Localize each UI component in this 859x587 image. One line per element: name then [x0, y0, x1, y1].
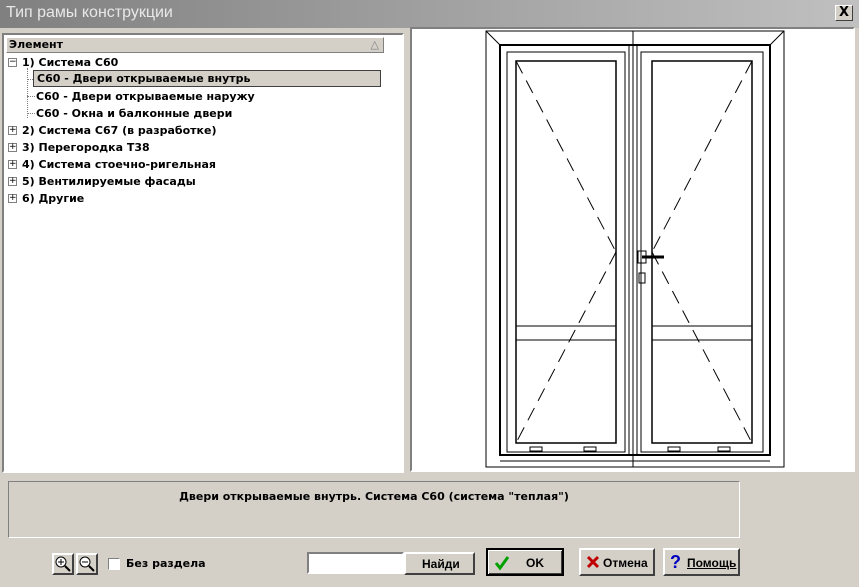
zoom-out-icon: [79, 556, 95, 572]
dialog-window: Тип рамы конструкции X Элемент △ − 1) Си…: [0, 0, 859, 587]
tree-item-label: 6) Другие: [22, 192, 85, 205]
description-panel: Двери открываемые внутрь. Система С60 (с…: [8, 481, 740, 538]
zoom-out-button[interactable]: [76, 553, 98, 575]
tree-item-post-transom[interactable]: + 4) Система стоечно-ригельная: [6, 156, 306, 173]
tree-item-other[interactable]: + 6) Другие: [6, 190, 306, 207]
collapse-icon[interactable]: −: [8, 58, 17, 67]
find-button-label: Найди: [422, 557, 460, 571]
expand-icon[interactable]: +: [8, 126, 17, 135]
help-question-icon: ?: [670, 552, 681, 572]
close-button[interactable]: X: [835, 5, 853, 21]
tree-item-c60-doors-outward[interactable]: С60 - Двери открываемые наружу: [36, 88, 336, 105]
zoom-in-icon: [55, 556, 71, 572]
expand-icon[interactable]: +: [8, 177, 17, 186]
check-icon: [494, 556, 510, 571]
tree-item-label: 2) Система С67 (в разработке): [22, 124, 217, 137]
frame-preview: [410, 27, 855, 472]
expand-icon[interactable]: +: [8, 143, 17, 152]
no-section-label: Без раздела: [126, 557, 206, 570]
tree-item-c60-windows[interactable]: С60 - Окна и балконные двери: [36, 105, 336, 122]
tree-item-system-c60[interactable]: − 1) Система С60: [6, 54, 306, 71]
description-text: Двери открываемые внутрь. Система С60 (с…: [179, 490, 569, 503]
tree-item-label: 4) Система стоечно-ригельная: [22, 158, 216, 171]
tree-column-header[interactable]: Элемент △: [6, 37, 384, 53]
tree-item-system-c67[interactable]: + 2) Система С67 (в разработке): [6, 122, 306, 139]
tree-connector: [27, 113, 35, 114]
tree-item-ventilated-facades[interactable]: + 5) Вентилируемые фасады: [6, 173, 306, 190]
tree-item-partition-t38[interactable]: + 3) Перегородка Т38: [6, 139, 306, 156]
cancel-x-icon: [586, 555, 600, 569]
tree-item-label: С60 - Двери открываемые наружу: [36, 90, 255, 103]
door-drawing: [485, 30, 785, 468]
tree-connector: [27, 96, 35, 97]
tree-connector: [27, 68, 28, 118]
expand-icon[interactable]: +: [8, 194, 17, 203]
window-title: Тип рамы конструкции: [6, 4, 173, 21]
ok-button[interactable]: OK: [486, 548, 564, 576]
tree-header-label: Элемент: [9, 38, 64, 51]
help-button-label: Помощь: [687, 556, 737, 570]
tree-item-label: С60 - Двери открываемые внутрь: [37, 72, 251, 85]
tree-item-c60-doors-inward[interactable]: С60 - Двери открываемые внутрь: [33, 70, 381, 87]
tree-item-label: 1) Система С60: [22, 56, 119, 69]
tree-item-label: 5) Вентилируемые фасады: [22, 175, 196, 188]
tree-item-label: С60 - Окна и балконные двери: [36, 107, 233, 120]
ok-button-label: OK: [526, 556, 544, 570]
element-tree[interactable]: Элемент △ − 1) Система С60 С60 - Двери о…: [2, 33, 404, 473]
zoom-in-button[interactable]: [52, 553, 74, 575]
cancel-button-label: Отмена: [603, 556, 648, 570]
close-icon: X: [838, 5, 850, 20]
cancel-button[interactable]: Отмена: [579, 548, 655, 576]
no-section-checkbox[interactable]: [108, 558, 120, 570]
tree-item-label: 3) Перегородка Т38: [22, 141, 150, 154]
sort-triangle-icon: △: [370, 38, 379, 51]
help-button[interactable]: ? Помощь: [663, 548, 740, 576]
find-button[interactable]: Найди: [404, 552, 475, 575]
search-input[interactable]: [307, 552, 404, 574]
expand-icon[interactable]: +: [8, 160, 17, 169]
title-bar[interactable]: Тип рамы конструкции X: [0, 0, 859, 28]
